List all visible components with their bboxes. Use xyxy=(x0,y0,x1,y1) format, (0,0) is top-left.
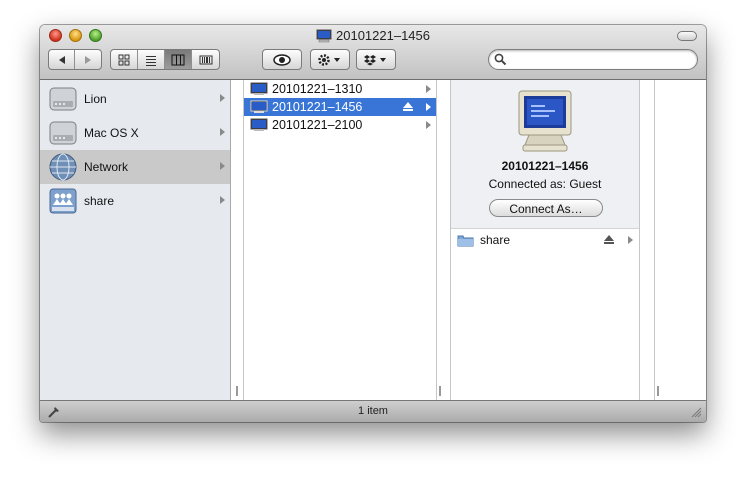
resize-grip-icon[interactable] xyxy=(691,407,702,418)
disclosure-arrow-icon xyxy=(628,236,633,244)
sidebar-item-network[interactable]: Network xyxy=(40,150,230,184)
disclosure-arrow-icon xyxy=(426,103,431,111)
action-menu-button[interactable] xyxy=(310,49,350,70)
preview-panel: 20101221–1456 Connected as: Guest Connec… xyxy=(451,80,639,229)
column-resize-handle[interactable] xyxy=(657,386,659,396)
search-input[interactable] xyxy=(511,52,695,68)
column-view-button[interactable] xyxy=(165,50,192,69)
eject-icon[interactable] xyxy=(402,102,414,112)
dropbox-icon xyxy=(364,54,386,65)
hard-drive-icon xyxy=(49,121,77,145)
sidebar-item-lion[interactable]: Lion xyxy=(40,82,230,116)
list-view-button[interactable] xyxy=(138,50,165,69)
shared-folder-label: share xyxy=(480,233,511,247)
list-item-label: 20101221–2100 xyxy=(272,118,363,132)
list-view-icon xyxy=(146,55,156,66)
computer-icon xyxy=(250,118,268,131)
toolbar-toggle-button[interactable] xyxy=(677,31,697,41)
back-arrow-icon xyxy=(58,55,65,64)
shared-drive-icon xyxy=(49,188,77,214)
window-title: 20101221–1456 xyxy=(40,28,706,47)
disclosure-arrow-icon xyxy=(426,85,431,93)
hard-drive-icon xyxy=(49,87,77,111)
sidebar-item-share[interactable]: share xyxy=(40,184,230,218)
gear-icon xyxy=(318,53,340,66)
status-bar: 1 item xyxy=(40,400,706,422)
computer-icon xyxy=(316,29,332,47)
search-icon xyxy=(494,53,507,66)
disclosure-arrow-icon xyxy=(220,94,225,102)
network-column: 20101221–1310 20101221–1456 20101221–210… xyxy=(244,80,441,400)
column-resize-handle[interactable] xyxy=(236,386,238,396)
sidebar-item-label: Network xyxy=(84,160,129,174)
preview-computer-name: 20101221–1456 xyxy=(501,159,589,173)
coverflow-view-icon xyxy=(199,55,212,64)
sidebar-item-mac-os-x[interactable]: Mac OS X xyxy=(40,116,230,150)
sidebar-item-label: share xyxy=(84,194,115,208)
sidebar: Lion Mac OS X Network share xyxy=(40,80,231,400)
sidebar-item-label: Mac OS X xyxy=(84,126,139,140)
icon-view-button[interactable] xyxy=(111,50,138,69)
sidebar-item-label: Lion xyxy=(84,92,107,106)
computer-icon xyxy=(250,82,268,95)
dropbox-menu-button[interactable] xyxy=(356,49,396,70)
connect-as-button[interactable]: Connect As… xyxy=(489,199,603,217)
icon-view-icon xyxy=(118,54,130,65)
disclosure-arrow-icon xyxy=(220,196,225,204)
network-globe-icon xyxy=(49,153,77,181)
preview-column: 20101221–1456 Connected as: Guest Connec… xyxy=(450,80,659,400)
column-resize-handle[interactable] xyxy=(439,386,441,396)
quick-look-button[interactable] xyxy=(262,49,302,70)
forward-arrow-icon xyxy=(85,55,91,64)
connection-status: Connected as: Guest xyxy=(488,177,602,191)
finder-window: 20101221–1456 Lion Mac OS X Network shar… xyxy=(40,25,706,422)
disclosure-arrow-icon xyxy=(220,128,225,136)
shared-folder-item[interactable]: share xyxy=(451,231,639,249)
disclosure-arrow-icon xyxy=(426,121,431,129)
computer-monitor-icon xyxy=(518,90,572,152)
toolbar: 20101221–1456 xyxy=(40,25,706,80)
column-view-icon xyxy=(171,54,185,65)
eye-icon xyxy=(273,53,291,66)
list-item-computer[interactable]: 20101221–1310 xyxy=(244,80,436,98)
list-item-computer-selected[interactable]: 20101221–1456 xyxy=(244,98,436,116)
column-resize-gutter xyxy=(231,80,244,400)
computer-icon xyxy=(250,100,268,113)
item-count: 1 item xyxy=(358,405,388,417)
coverflow-view-button[interactable] xyxy=(192,50,219,69)
view-button-group xyxy=(110,49,220,70)
disclosure-arrow-icon xyxy=(220,162,225,170)
list-item-label: 20101221–1310 xyxy=(272,82,363,96)
window-title-text: 20101221–1456 xyxy=(336,28,430,43)
nav-button-group xyxy=(48,49,102,70)
empty-column xyxy=(640,80,655,400)
list-item-computer[interactable]: 20101221–2100 xyxy=(244,116,436,134)
search-field[interactable] xyxy=(488,49,698,70)
eject-icon[interactable] xyxy=(603,235,615,245)
list-item-label: 20101221–1456 xyxy=(272,100,363,114)
back-button[interactable] xyxy=(49,50,75,69)
shared-folder-icon xyxy=(457,235,474,247)
forward-button[interactable] xyxy=(75,50,101,69)
